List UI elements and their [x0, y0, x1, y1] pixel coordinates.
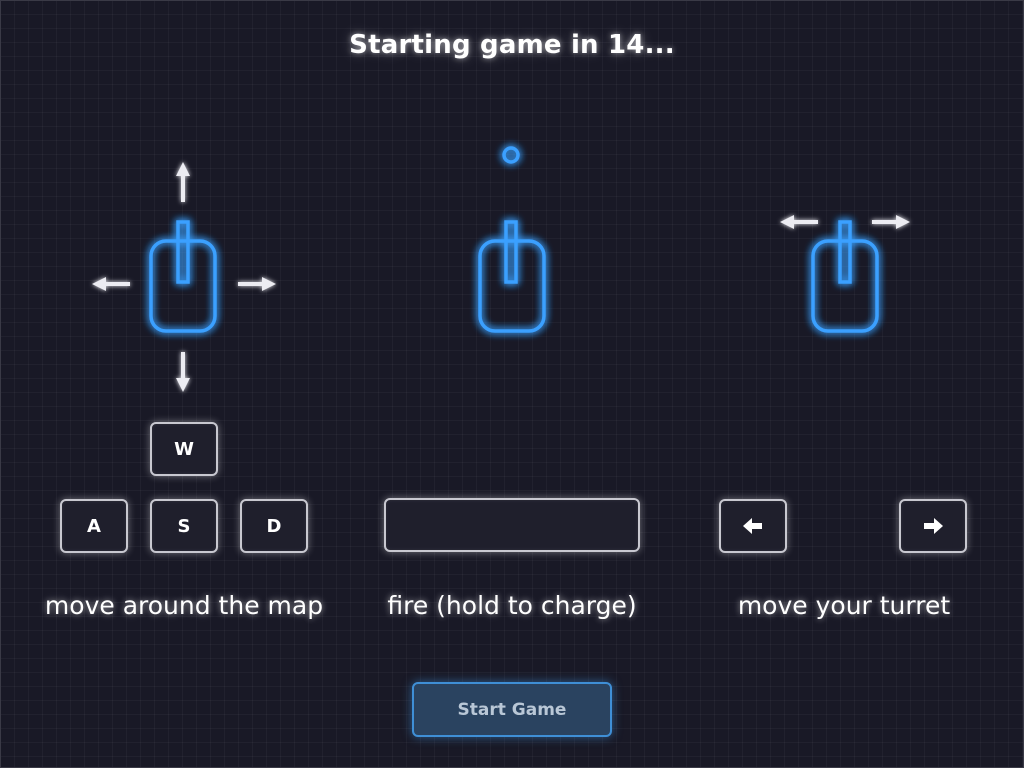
left-arrow-icon	[743, 518, 762, 534]
arrow-up-icon	[176, 162, 190, 202]
label-move: move around the map	[44, 591, 324, 620]
arrow-left-icon	[92, 277, 130, 291]
tank-turret-icon	[811, 220, 879, 333]
arrow-right-icon	[238, 277, 276, 291]
key-w: W	[150, 422, 218, 476]
key-arrow-left	[719, 499, 787, 553]
key-s: S	[150, 499, 218, 553]
controls-illustration	[92, 146, 910, 392]
turret-arrow-left-icon	[780, 215, 818, 229]
arrow-down-icon	[176, 352, 190, 392]
key-d: D	[240, 499, 308, 553]
label-fire: fire (hold to charge)	[387, 591, 637, 620]
key-a: A	[60, 499, 128, 553]
move-arrows-icon	[92, 162, 276, 392]
key-arrow-right	[899, 499, 967, 553]
turret-arrow-right-icon	[872, 215, 910, 229]
start-game-button[interactable]: Start Game	[412, 682, 612, 737]
key-space	[384, 498, 640, 552]
right-arrow-icon	[924, 518, 943, 534]
bullet-icon	[502, 146, 520, 164]
tank-move-icon	[149, 220, 217, 333]
tank-fire-icon	[478, 146, 546, 333]
label-turret: move your turret	[737, 591, 951, 620]
